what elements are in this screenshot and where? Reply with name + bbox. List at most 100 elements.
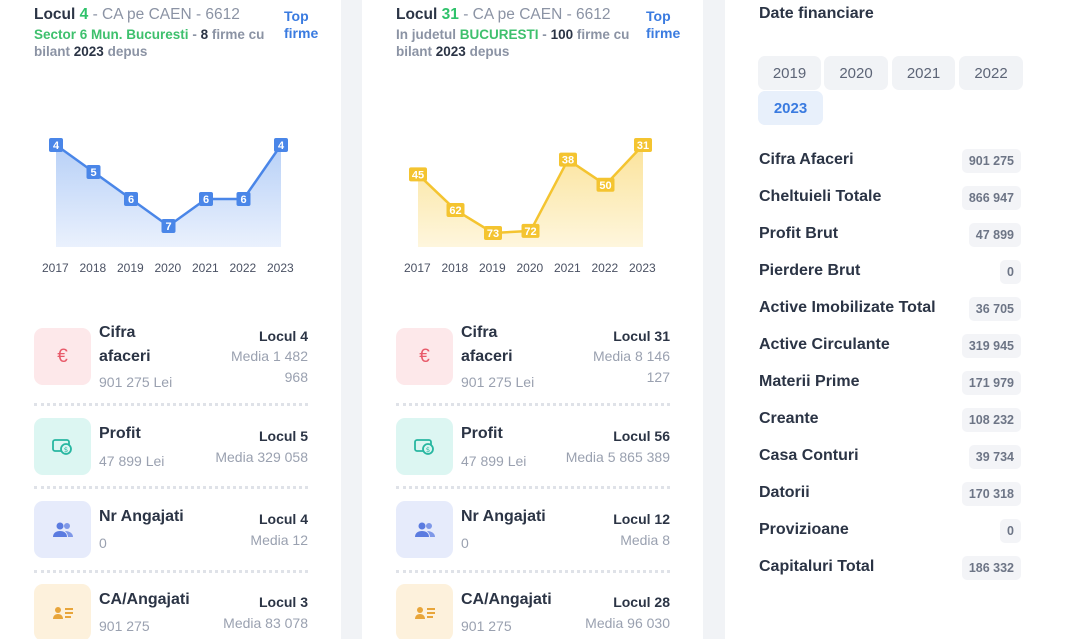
metric-media: Media 8 146 127 [592, 348, 670, 385]
financial-row: Profit Brut 47 899 [759, 223, 1021, 247]
rank-prefix: Locul [34, 6, 76, 23]
metric-media: Media 83 078 [223, 615, 308, 631]
x-tick-label: 2022 [591, 261, 619, 275]
financial-label: Datorii [759, 484, 810, 501]
data-label: 7 [165, 221, 171, 233]
chart-point: 4 [274, 138, 288, 152]
metric-media: Media 329 058 [215, 449, 308, 465]
rank-subtitle: In judetul BUCURESTI - 100 firme cu bila… [396, 27, 630, 59]
chart-point: 6 [236, 192, 251, 206]
x-tick-label: 2021 [554, 261, 581, 275]
metric-value: 0 [99, 535, 107, 551]
money-icon: $ [34, 418, 91, 475]
financial-row: Cifra Afaceri 901 275 [759, 149, 1021, 173]
year-tab-2020[interactable]: 2020 [824, 56, 888, 90]
data-label: 62 [449, 205, 461, 217]
year-tab-2022[interactable]: 2022 [959, 56, 1023, 90]
data-label: 6 [203, 194, 209, 206]
financial-value: 171 979 [961, 371, 1021, 395]
metric-profit: $ Profit 47 899 Lei Locul 5 Media 329 05… [34, 418, 308, 476]
financial-value: 39 734 [968, 445, 1021, 469]
metric-media: Media 12 [250, 532, 308, 548]
metric-value: 901 275 [99, 618, 150, 634]
financial-value: 319 945 [961, 334, 1021, 358]
financial-value: 47 899 [968, 223, 1021, 247]
year-tab-2021[interactable]: 2021 [892, 56, 955, 90]
metric-media: Media 8 [620, 532, 670, 548]
data-label: 6 [240, 194, 246, 206]
financial-value: 186 332 [961, 556, 1021, 580]
x-tick-label: 2023 [629, 261, 656, 275]
x-tick-label: 2019 [479, 261, 506, 275]
users-icon [396, 501, 453, 558]
rank-history-chart: 45 62 73 72 38 50 31 [409, 138, 652, 247]
metric-name: Profit [99, 425, 141, 442]
x-tick-label: 2022 [229, 261, 257, 275]
metric-media: Media 96 030 [585, 615, 670, 631]
chart-point: 31 [634, 138, 652, 152]
divider [396, 486, 670, 489]
metric-name: CA/Angajati [99, 591, 190, 608]
id-card-icon [396, 584, 453, 639]
financial-data-panel: Date financiare 2019 2020 2021 2022 2023 Cif… [725, 0, 1068, 639]
metric-ca-angajati: CA/Angajati 901 275 Locul 3 Media 83 078 [34, 584, 308, 639]
financial-label: Active Imobilizate Total [759, 299, 936, 316]
metric-cifra-afaceri: € Cifra afaceri 901 275 Lei Locul 4 Media… [34, 324, 308, 390]
metric-rank: Locul 31 [613, 328, 670, 344]
rank-subtitle: Sector 6 Mun. Bucuresti - 8 firme cu bil… [34, 27, 265, 59]
financial-value: 108 232 [961, 408, 1021, 432]
chart-point: 72 [521, 223, 540, 238]
metric-name: CA/Angajati [461, 591, 552, 608]
x-tick-label: 2017 [42, 261, 69, 275]
money-icon: $ [396, 418, 453, 475]
financial-value: 0 [1000, 260, 1021, 284]
chart-point: 6 [199, 192, 213, 206]
chart-point: 73 [484, 226, 502, 240]
svg-text:$: $ [425, 446, 429, 454]
divider [34, 486, 308, 489]
svg-text:$: $ [63, 446, 67, 454]
rank-heading: Locul 31 - CA pe CAEN - 6612 [396, 6, 616, 24]
year-tab-2023[interactable]: 2023 [758, 91, 823, 125]
metric-rank: Locul 56 [613, 428, 670, 444]
metric-rank: Locul 28 [613, 594, 670, 610]
metric-name: Nr Angajati [99, 508, 184, 525]
metric-rank: Locul 3 [258, 594, 308, 610]
financial-label: Pierdere Brut [759, 262, 861, 279]
rank-heading: Locul 4 - CA pe CAEN - 6612 [34, 6, 254, 24]
rank-number: 4 [79, 6, 89, 23]
financial-row: Creante 108 232 [759, 408, 1021, 432]
rank-caen: - CA pe CAEN - 6612 [92, 6, 240, 23]
top-firme-link[interactable]: Top firme [284, 8, 324, 42]
financial-label: Cifra Afaceri [759, 151, 854, 168]
financial-value: 36 705 [968, 297, 1021, 321]
euro-icon: € [34, 328, 91, 385]
x-tick-label: 2017 [404, 261, 431, 275]
data-label: 4 [278, 140, 285, 152]
metric-rank: Locul 4 [258, 328, 308, 344]
metric-name: Cifra afaceri [461, 324, 513, 365]
financial-label: Profit Brut [759, 225, 839, 242]
metric-value: 47 899 Lei [99, 453, 165, 469]
metric-name: Nr Angajati [461, 508, 546, 525]
rank-number: 31 [441, 6, 459, 23]
metric-value: 47 899 Lei [461, 453, 527, 469]
chart-point: 50 [596, 177, 615, 192]
metric-nr-angajati: Nr Angajati 0 Locul 4 Media 12 [34, 501, 308, 559]
financial-row: Active Imobilizate Total 36 705 [759, 297, 1021, 321]
data-label: 31 [637, 140, 649, 152]
x-tick-label: 2019 [117, 261, 144, 275]
data-label: 6 [128, 194, 134, 206]
data-label: 72 [524, 226, 536, 238]
data-label: 38 [562, 155, 574, 167]
chart-point: 7 [161, 219, 176, 233]
x-tick-label: 2023 [267, 261, 294, 275]
metric-rank: Locul 4 [258, 511, 308, 527]
x-tick-label: 2018 [79, 261, 107, 275]
financial-row: Datorii 170 318 [759, 482, 1021, 506]
metric-media: Media 1 482 968 [230, 348, 308, 385]
top-firme-link[interactable]: Top firme [646, 8, 686, 42]
year-tab-2019[interactable]: 2019 [758, 56, 821, 90]
panel-title: Date financiare [759, 5, 874, 22]
financial-label: Creante [759, 410, 819, 427]
